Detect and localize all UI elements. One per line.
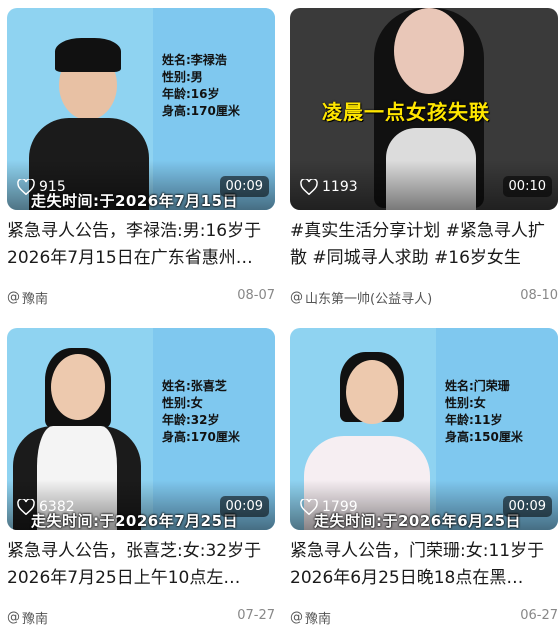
info-height: 身高:150厘米 <box>445 430 523 444</box>
video-thumbnail[interactable]: 姓名:张喜芝 性别:女 年龄:32岁 身高:170厘米 走失时间:于2026年7… <box>7 328 275 530</box>
video-card[interactable]: 凌晨一点女孩失联 1193 00:10 #真实生活分享计划 #紧急寻人扩散 #同… <box>290 8 558 324</box>
info-height: 身高:170厘米 <box>162 430 240 444</box>
post-date: 06-27 <box>520 608 558 623</box>
video-card[interactable]: 姓名:李禄浩 性别:男 年龄:16岁 身高:170厘米 走失时间:于2026年7… <box>7 8 275 324</box>
at-sign-icon: @ <box>7 290 20 305</box>
info-gender: 性别:男 <box>162 70 203 84</box>
info-age: 年龄:11岁 <box>445 413 503 427</box>
author-link[interactable]: @ 豫南 <box>7 288 48 307</box>
video-title[interactable]: 紧急寻人公告，李禄浩:男:16岁于2026年7月15日在广东省惠州… <box>7 218 277 272</box>
post-date: 08-10 <box>520 288 558 303</box>
at-sign-icon: @ <box>290 610 303 625</box>
info-age: 年龄:32岁 <box>162 413 220 427</box>
person-info: 姓名:门荣珊 性别:女 年龄:11岁 身高:150厘米 <box>445 378 523 446</box>
info-age: 年龄:16岁 <box>162 87 220 101</box>
info-gender: 性别:女 <box>162 396 203 410</box>
info-gender: 性别:女 <box>445 396 486 410</box>
like-count: 915 <box>17 179 66 195</box>
duration-badge: 00:09 <box>219 496 269 517</box>
info-name: 姓名:门荣珊 <box>445 379 510 393</box>
duration-badge: 00:09 <box>219 176 269 197</box>
like-count: 1193 <box>300 179 358 195</box>
video-title[interactable]: #真实生活分享计划 #紧急寻人扩散 #同城寻人求助 #16岁女生 <box>290 218 559 272</box>
at-sign-icon: @ <box>7 610 20 625</box>
info-name: 姓名:李禄浩 <box>162 53 227 67</box>
duration-badge: 00:10 <box>502 176 552 197</box>
hair <box>55 38 121 72</box>
video-card[interactable]: 姓名:张喜芝 性别:女 年龄:32岁 身高:170厘米 走失时间:于2026年7… <box>7 328 275 644</box>
video-title[interactable]: 紧急寻人公告，张喜芝:女:32岁于2026年7月25日上午10点左… <box>7 538 277 592</box>
like-count: 6382 <box>17 499 75 515</box>
person-photo <box>346 360 398 424</box>
post-date: 07-27 <box>237 608 275 623</box>
heart-outline-icon <box>300 499 318 515</box>
info-name: 姓名:张喜芝 <box>162 379 227 393</box>
post-date: 08-07 <box>237 288 275 303</box>
info-height: 身高:170厘米 <box>162 104 240 118</box>
person-photo <box>394 8 464 94</box>
like-count: 1799 <box>300 499 358 515</box>
heart-outline-icon <box>17 499 35 515</box>
person-info: 姓名:张喜芝 性别:女 年龄:32岁 身高:170厘米 <box>162 378 240 446</box>
video-thumbnail[interactable]: 姓名:李禄浩 性别:男 年龄:16岁 身高:170厘米 走失时间:于2026年7… <box>7 8 275 210</box>
video-title[interactable]: 紧急寻人公告，门荣珊:女:11岁于2026年6月25日晚18点在黑… <box>290 538 559 592</box>
video-caption: 凌晨一点女孩失联 <box>322 100 490 124</box>
heart-outline-icon <box>300 179 318 195</box>
author-link[interactable]: @ 山东第一帅(公益寻人) <box>290 288 432 307</box>
video-card[interactable]: 姓名:门荣珊 性别:女 年龄:11岁 身高:150厘米 走失时间:于2026年6… <box>290 328 558 644</box>
person-info: 姓名:李禄浩 性别:男 年龄:16岁 身高:170厘米 <box>162 52 240 120</box>
author-link[interactable]: @ 豫南 <box>290 608 331 627</box>
author-link[interactable]: @ 豫南 <box>7 608 48 627</box>
heart-outline-icon <box>17 179 35 195</box>
at-sign-icon: @ <box>290 290 303 305</box>
video-thumbnail[interactable]: 姓名:门荣珊 性别:女 年龄:11岁 身高:150厘米 走失时间:于2026年6… <box>290 328 558 530</box>
duration-badge: 00:09 <box>502 496 552 517</box>
video-thumbnail[interactable]: 凌晨一点女孩失联 1193 00:10 <box>290 8 558 210</box>
person-photo <box>51 354 105 420</box>
